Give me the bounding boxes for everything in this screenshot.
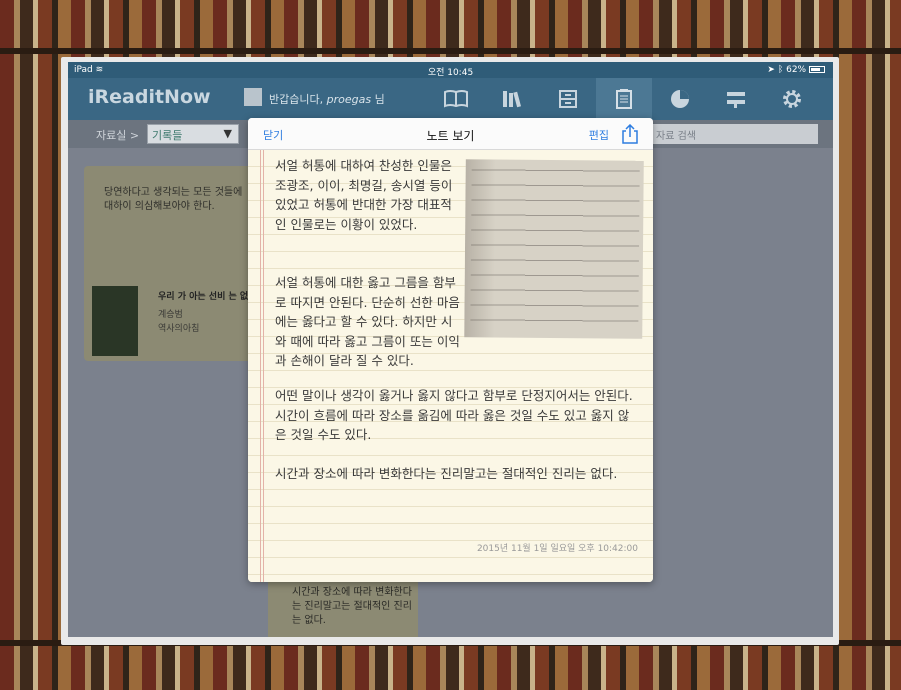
archive-icon[interactable] (540, 78, 596, 120)
paper-margin-line (260, 150, 261, 582)
paper-margin-line (263, 150, 264, 582)
library-icon[interactable] (484, 78, 540, 120)
greeting: 반갑습니다, proegas 님 (269, 93, 385, 106)
app-header: iReaditNow 반갑습니다, proegas 님 (68, 78, 833, 120)
note-view-modal: 닫기 노트 보기 편집 서얼 허통에 대하여 찬성한 인물은 조광조, 이이, … (248, 118, 653, 582)
note-card[interactable]: 시간과 장소에 따라 변화한다는 진리말고는 절대적인 진리는 없다. (268, 582, 418, 637)
chevron-down-icon: ▼ (223, 127, 232, 140)
book-author: 계승범 (158, 310, 183, 320)
edit-button[interactable]: 편집 (589, 127, 609, 143)
folder-select[interactable]: 기록들 ▼ (147, 124, 239, 144)
book-icon[interactable] (428, 78, 484, 120)
note-quote: 당연하다고 생각되는 모든 것들에 대하이 의심해보아야 한다. (104, 187, 243, 212)
book-cover-image (92, 286, 138, 356)
battery-icon (809, 66, 825, 73)
search-input[interactable]: 자료 검색 (648, 124, 818, 144)
notes-icon[interactable] (596, 78, 652, 120)
status-bar: iPad ≋ 오전 10:45 ➤ ᛒ 62% (68, 62, 833, 78)
folder-select-value: 기록들 (152, 129, 183, 142)
note-paragraph: 어떤 말이나 생각이 옳거나 옳지 않다고 함부로 단정지어서는 안된다. 시간… (275, 388, 633, 442)
modal-header: 닫기 노트 보기 편집 (248, 118, 653, 150)
pie-chart-icon[interactable] (652, 78, 708, 120)
status-right: ➤ ᛒ 62% (767, 65, 825, 75)
note-card[interactable]: 당연하다고 생각되는 모든 것들에 대하이 의심해보아야 한다. 우리 가 아는… (84, 166, 257, 361)
note-paragraph: 서얼 허통에 대하여 찬성한 인물은 조광조, 이이, 최명길, 송시열 등이 … (275, 158, 453, 232)
app-logo[interactable]: iReaditNow (88, 86, 211, 108)
photo-text-lines (470, 163, 640, 335)
username: proegas (326, 93, 372, 106)
attached-photo[interactable] (464, 159, 644, 339)
breadcrumb[interactable]: 자료실 > (96, 127, 139, 143)
location-icon: ➤ (767, 65, 775, 75)
book-publisher: 역사의아침 (158, 324, 200, 334)
note-paragraph: 시간과 장소에 따라 변화한다는 진리말고는 절대적인 진리는 없다. (275, 466, 618, 481)
main-nav (428, 78, 820, 120)
battery-percent: 62% (786, 65, 807, 75)
status-time: 오전 10:45 (427, 68, 474, 78)
note-paragraph: 서얼 허통에 대한 옳고 그름을 함부로 따지면 안된다. 단순히 선한 마음에… (275, 275, 460, 368)
bluetooth-icon: ᛒ (777, 65, 784, 75)
shelf-divider (0, 48, 901, 54)
note-quote: 시간과 장소에 따라 변화한다는 진리말고는 절대적인 진리는 없다. (292, 587, 412, 626)
settings-sliders-icon[interactable] (708, 78, 764, 120)
book-title: 우리 가 아는 선비 는 없다 (158, 292, 257, 302)
note-timestamp: 2015년 11월 1일 일요일 오후 10:42:00 (476, 544, 638, 554)
gear-icon[interactable] (764, 78, 820, 120)
share-icon[interactable] (621, 124, 639, 144)
avatar[interactable] (244, 88, 262, 106)
photo-shade (464, 159, 496, 338)
